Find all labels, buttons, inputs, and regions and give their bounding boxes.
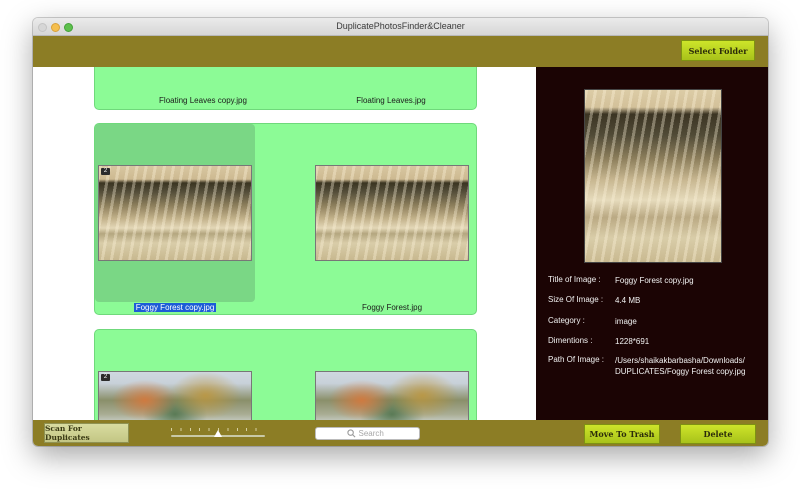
photo-thumbnail[interactable]: 2 — [98, 165, 252, 261]
photo-thumbnail[interactable] — [315, 371, 469, 420]
duplicate-count-badge: 2 — [101, 168, 110, 175]
info-value: 1228*691 — [615, 337, 650, 346]
bottom-toolbar: Scan For Duplicates Move To Trash Delete — [33, 420, 768, 446]
file-name[interactable]: Floating Leaves copy.jpg — [123, 96, 283, 105]
info-value: image — [615, 317, 637, 326]
app-window: DuplicatePhotosFinder&Cleaner Select Fol… — [33, 18, 768, 446]
delete-button[interactable]: Delete — [680, 424, 756, 444]
top-toolbar: Select Folder — [33, 36, 768, 67]
info-value: Foggy Forest copy.jpg — [615, 276, 694, 285]
duplicate-group: Floating Leaves copy.jpg Floating Leaves… — [94, 67, 477, 110]
preview-panel: Title of Image : Foggy Forest copy.jpg S… — [536, 67, 768, 420]
info-label: Size Of Image : — [548, 295, 604, 304]
search-icon — [346, 429, 355, 438]
file-name-selected[interactable]: Foggy Forest copy.jpg — [95, 303, 255, 312]
duplicate-count-badge: 2 — [101, 374, 110, 381]
move-to-trash-button[interactable]: Move To Trash — [584, 424, 660, 444]
preview-image — [584, 89, 722, 263]
info-label: Title of Image : — [548, 275, 601, 284]
photo-thumbnail[interactable] — [315, 165, 469, 261]
photo-thumbnail[interactable]: 2 — [98, 371, 252, 420]
file-name[interactable]: Floating Leaves.jpg — [311, 96, 471, 105]
file-name[interactable]: Foggy Forest.jpg — [312, 303, 472, 312]
info-label: Dimentions : — [548, 336, 593, 345]
window-title: DuplicatePhotosFinder&Cleaner — [336, 21, 465, 31]
scan-for-duplicates-button[interactable]: Scan For Duplicates — [44, 423, 129, 443]
info-label: Category : — [548, 316, 585, 325]
duplicate-group: 2 Foggy Forest copy.jpg Foggy Forest.jpg — [94, 123, 477, 315]
duplicate-group: 2 — [94, 329, 477, 420]
duplicate-groups-list[interactable]: Floating Leaves copy.jpg Floating Leaves… — [33, 67, 536, 420]
info-value: 4.4 MB — [615, 296, 641, 305]
search-field[interactable] — [315, 427, 420, 440]
slider-knob[interactable] — [214, 430, 222, 437]
title-bar: DuplicatePhotosFinder&Cleaner — [33, 18, 768, 36]
search-input[interactable] — [358, 429, 389, 438]
select-folder-button[interactable]: Select Folder — [681, 40, 755, 61]
info-value: /Users/shaikakbarbasha/Downloads/ DUPLIC… — [615, 356, 746, 376]
info-label: Path Of Image : — [548, 355, 605, 364]
